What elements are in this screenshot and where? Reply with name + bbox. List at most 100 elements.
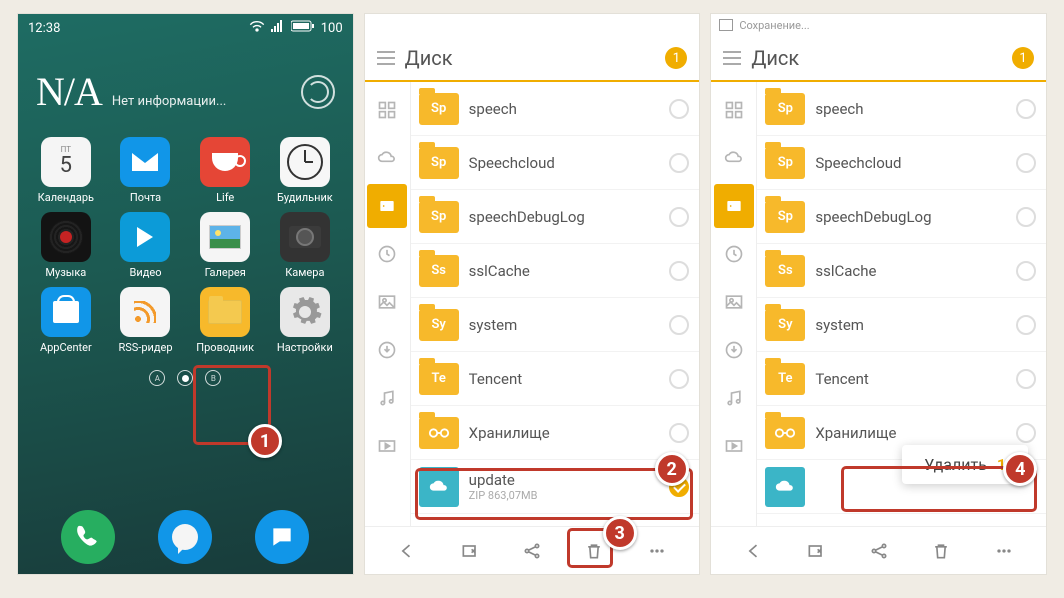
side-image-icon[interactable] (367, 280, 407, 324)
file-name: sslCache (469, 262, 660, 280)
move-icon[interactable] (796, 531, 836, 571)
more-icon[interactable] (637, 531, 677, 571)
select-radio[interactable] (669, 315, 689, 335)
page-dot-active[interactable] (177, 370, 193, 386)
callout-badge-2: 2 (655, 452, 689, 486)
select-radio[interactable] (1016, 315, 1036, 335)
select-radio[interactable] (1016, 423, 1036, 443)
move-icon[interactable] (450, 531, 490, 571)
file-name: update (469, 471, 660, 489)
list-item[interactable]: Spspeech (411, 82, 700, 136)
menu-icon[interactable] (377, 51, 395, 65)
side-cloud-icon[interactable] (714, 136, 754, 180)
list-item[interactable]: SpSpeechcloud (411, 136, 700, 190)
menu-icon[interactable] (723, 51, 741, 65)
page-indicator[interactable]: A B (18, 370, 353, 386)
fm-file-list: Spspeech SpSpeechcloud SpspeechDebugLog … (411, 82, 700, 526)
list-item[interactable]: TeTencent (411, 352, 700, 406)
select-radio[interactable] (669, 153, 689, 173)
fm-sidebar (365, 82, 411, 526)
page-dot[interactable]: B (205, 370, 221, 386)
app-mail[interactable]: Почта (108, 137, 184, 204)
side-disk-icon[interactable] (714, 184, 754, 228)
app-gallery[interactable]: Галерея (187, 212, 263, 279)
select-radio[interactable] (669, 261, 689, 281)
side-cloud-icon[interactable] (367, 136, 407, 180)
dock-phone[interactable] (61, 510, 115, 564)
trash-icon[interactable] (921, 531, 961, 571)
side-music-icon[interactable] (367, 376, 407, 420)
select-radio[interactable] (669, 99, 689, 119)
status-bar (365, 14, 700, 36)
gear-icon (280, 287, 330, 337)
list-item[interactable]: SpspeechDebugLog (411, 190, 700, 244)
select-radio[interactable] (669, 369, 689, 389)
select-radio[interactable] (669, 207, 689, 227)
list-item[interactable]: TeTencent (757, 352, 1046, 406)
file-name: system (815, 316, 1006, 334)
select-radio[interactable] (669, 423, 689, 443)
delete-label: Удалить (924, 455, 987, 474)
fm-sidebar (711, 82, 757, 526)
select-radio[interactable] (1016, 153, 1036, 173)
more-icon[interactable] (984, 531, 1024, 571)
page-dot[interactable]: A (149, 370, 165, 386)
app-label: Life (216, 191, 234, 204)
side-download-icon[interactable] (367, 328, 407, 372)
app-appcenter[interactable]: AppCenter (28, 287, 104, 354)
app-video[interactable]: Видео (108, 212, 184, 279)
select-radio[interactable] (1016, 369, 1036, 389)
list-item[interactable]: Sy system (757, 298, 1046, 352)
selection-count-badge: 1 (665, 47, 687, 69)
list-item[interactable]: Spspeech (757, 82, 1046, 136)
callout-badge-3: 3 (603, 516, 637, 550)
app-music[interactable]: Музыка (28, 212, 104, 279)
app-label: Календарь (38, 191, 94, 204)
list-item[interactable]: SpspeechDebugLog (757, 190, 1046, 244)
side-category-icon[interactable] (714, 88, 754, 132)
app-files[interactable]: Проводник (187, 287, 263, 354)
file-name: Хранилище (469, 424, 660, 442)
list-item[interactable]: SpSpeechcloud (757, 136, 1046, 190)
app-calendar[interactable]: ПТ5 Календарь (28, 137, 104, 204)
share-icon[interactable] (859, 531, 899, 571)
side-video-icon[interactable] (367, 424, 407, 468)
status-time: 12:38 (28, 21, 60, 36)
list-item[interactable]: SssslCache (757, 244, 1046, 298)
calendar-daynum: 5 (60, 154, 72, 178)
select-radio[interactable] (1016, 261, 1036, 281)
side-download-icon[interactable] (714, 328, 754, 372)
app-rss[interactable]: RSS-ридер (108, 287, 184, 354)
select-radio[interactable] (1016, 207, 1036, 227)
share-icon[interactable] (512, 531, 552, 571)
side-recent-icon[interactable] (367, 232, 407, 276)
back-icon[interactable] (734, 531, 774, 571)
app-settings[interactable]: Настройки (267, 287, 343, 354)
list-item[interactable]: SssslCache (411, 244, 700, 298)
app-alarm[interactable]: Будильник (267, 137, 343, 204)
side-recent-icon[interactable] (714, 232, 754, 276)
side-image-icon[interactable] (714, 280, 754, 324)
folder-icon: Sy (765, 309, 805, 341)
side-category-icon[interactable] (367, 88, 407, 132)
weather-widget[interactable]: N/A Нет информации... (18, 38, 353, 125)
app-label: Настройки (277, 341, 333, 354)
app-camera[interactable]: Камера (267, 212, 343, 279)
app-label: Камера (285, 266, 324, 279)
zip-icon (765, 467, 805, 507)
list-item[interactable]: Хранилище (411, 406, 700, 460)
dock-browser[interactable] (158, 510, 212, 564)
refresh-icon[interactable] (301, 75, 335, 109)
side-disk-icon[interactable] (367, 184, 407, 228)
back-icon[interactable] (387, 531, 427, 571)
app-life[interactable]: Life (187, 137, 263, 204)
list-item[interactable]: Sysystem (411, 298, 700, 352)
fm-header: Диск 1 (365, 36, 700, 82)
side-video-icon[interactable] (714, 424, 754, 468)
file-name: speechDebugLog (815, 208, 1006, 226)
fm-title-text: Диск (405, 46, 453, 70)
select-radio[interactable] (1016, 99, 1036, 119)
dock-messages[interactable] (255, 510, 309, 564)
folder-icon: Sp (419, 147, 459, 179)
side-music-icon[interactable] (714, 376, 754, 420)
